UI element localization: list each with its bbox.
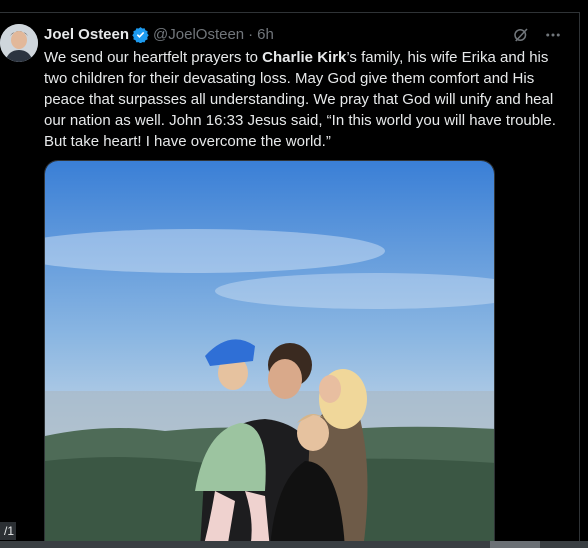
- mention-charlie-kirk: Charlie Kirk: [262, 49, 347, 66]
- more-options-icon[interactable]: [544, 26, 562, 49]
- page-indicator: /1: [0, 522, 16, 540]
- author-avatar[interactable]: [0, 24, 38, 62]
- tweet-time[interactable]: 6h: [257, 26, 274, 43]
- author-handle[interactable]: @JoelOsteen: [153, 26, 244, 43]
- tweet-photo[interactable]: [44, 160, 495, 548]
- tweet-text: We send our heartfelt prayers to Charlie…: [44, 47, 564, 152]
- separator-dot: ·: [248, 25, 254, 43]
- horizontal-scrollbar[interactable]: [0, 541, 588, 548]
- grok-icon[interactable]: [512, 26, 530, 49]
- verified-badge-icon: [132, 26, 149, 43]
- tweet-text-part: We send our heartfelt prayers to: [44, 49, 263, 66]
- tweet-actions-top: [512, 26, 562, 49]
- tweet-header: Joel Osteen @JoelOsteen · 6h: [44, 24, 274, 44]
- scrollbar-thumb[interactable]: [490, 541, 540, 548]
- author-name[interactable]: Joel Osteen: [44, 26, 129, 43]
